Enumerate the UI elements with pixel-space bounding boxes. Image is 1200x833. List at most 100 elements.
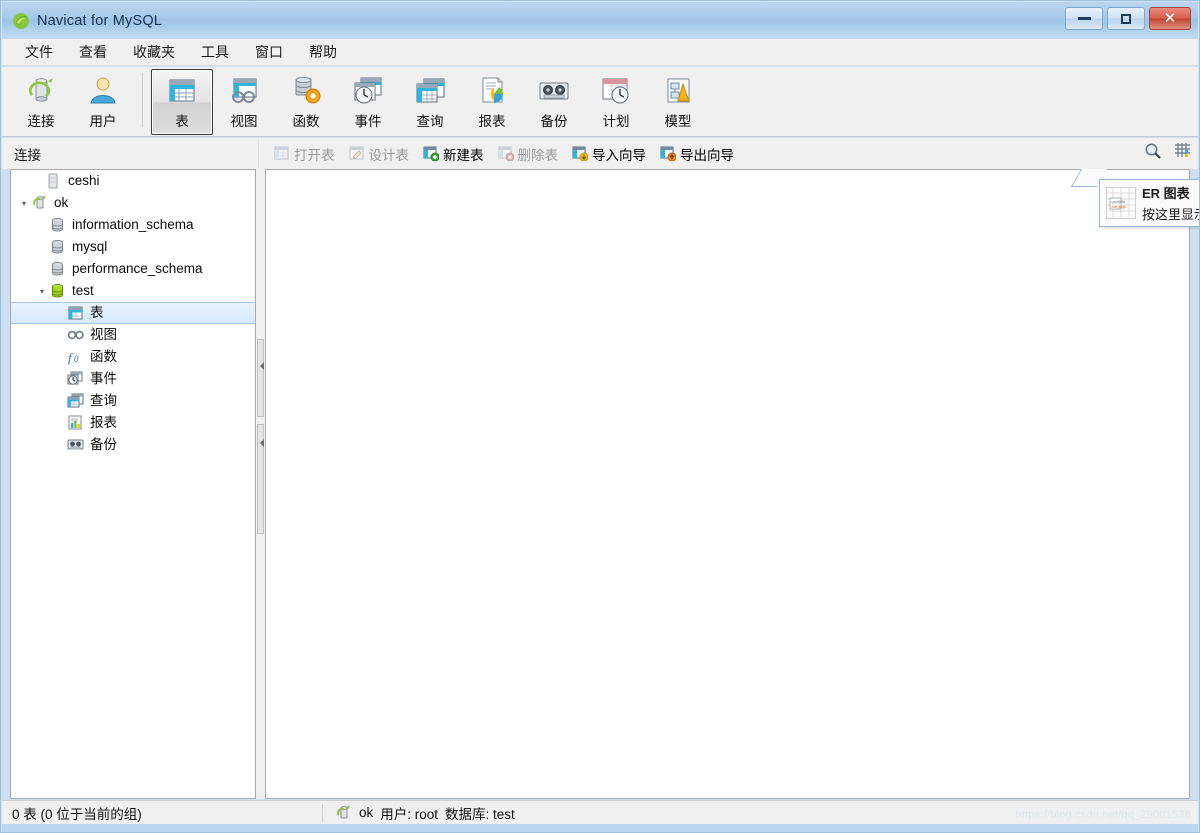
sidebar-header: 连接 [2, 138, 259, 169]
function-icon [289, 75, 323, 107]
open-table-icon [274, 146, 290, 161]
tree-item-queries[interactable]: 查询 [11, 390, 255, 412]
toolbar-right-tools [1144, 138, 1192, 169]
view-icon [227, 75, 261, 107]
svg-text:fdfl jfkgh: fdfl jfkgh [1112, 204, 1127, 209]
menu-favorites[interactable]: 收藏夹 [120, 39, 188, 65]
window-bottom-edge [2, 824, 1198, 832]
panel-splitter[interactable] [256, 169, 265, 799]
grid-view-icon[interactable] [1174, 142, 1192, 165]
tree-item-label: information_schema [72, 217, 194, 233]
main-toolbar: 连接 用户 表 视图 函数 事件 查询 报表 备份 计划 模型 [2, 67, 1198, 137]
tree-item-label: ok [54, 195, 69, 211]
toolbar-button-user[interactable]: 用户 [72, 69, 134, 135]
maximize-button[interactable] [1107, 7, 1145, 30]
toolbar-label: 计划 [602, 114, 630, 129]
menu-window[interactable]: 窗口 [242, 39, 296, 65]
maximize-icon [1121, 13, 1131, 24]
minimize-button[interactable] [1065, 7, 1103, 30]
toolbar-button-table[interactable]: 表 [151, 69, 213, 135]
toolbar-button-backup[interactable]: 备份 [523, 69, 585, 135]
design-table-button[interactable]: 设计表 [342, 141, 417, 167]
twisty-expanded[interactable]: ▾ [35, 287, 49, 296]
er-popup-subtitle: 按这里显示 [1142, 207, 1199, 222]
tree-item-label: ceshi [68, 173, 100, 189]
function-icon: f 0 [67, 349, 84, 365]
er-diagram-popup[interactable]: goldjiffa fdfl jfkgh ER 图表 按这里显示 [1099, 179, 1199, 227]
status-table-count: 0 表 (0 位于当前的组) [12, 806, 142, 822]
tree-item-events[interactable]: 事件 [11, 368, 255, 390]
tree-item-ceshi[interactable]: ceshi [11, 170, 255, 192]
event-icon [351, 75, 385, 107]
toolbar-button-model[interactable]: 模型 [647, 69, 709, 135]
tree-item-reports[interactable]: 报表 [11, 412, 255, 434]
schedule-icon [599, 75, 633, 107]
status-database: 数据库: test [445, 806, 515, 822]
svg-text:0: 0 [74, 354, 79, 364]
tree-item-tables[interactable]: 表 [11, 302, 255, 324]
database-gray-icon [49, 261, 66, 277]
toolbar-label: 查询 [416, 114, 444, 129]
tree-item-information-schema[interactable]: information_schema [11, 214, 255, 236]
object-list-pane[interactable] [265, 169, 1190, 799]
import-wizard-button[interactable]: 导入向导 [565, 141, 653, 167]
export-wizard-button[interactable]: 导出向导 [653, 141, 741, 167]
new-table-button[interactable]: 新建表 [416, 141, 491, 167]
tree-item-label: 备份 [90, 437, 117, 453]
toolbar-button-view[interactable]: 视图 [213, 69, 275, 135]
search-icon[interactable] [1144, 142, 1162, 165]
tree-item-test[interactable]: ▾ test [11, 280, 255, 302]
tree-item-performance-schema[interactable]: performance_schema [11, 258, 255, 280]
splitter-handle-upper[interactable] [257, 424, 264, 534]
toolbar-button-connection[interactable]: 连接 [10, 69, 72, 135]
twisty-expanded[interactable]: ▾ [17, 199, 31, 208]
button-label: 导出向导 [680, 147, 734, 163]
import-wizard-icon [572, 146, 589, 162]
tree-item-label: test [72, 283, 94, 299]
object-toolbar: 打开表 设计表 新建表 删除表 导入向导 导出向导 [259, 138, 1198, 169]
menu-view[interactable]: 查看 [66, 39, 120, 65]
toolbar-label: 表 [175, 114, 189, 129]
toolbar-label: 模型 [664, 114, 692, 129]
tree-item-label: 表 [90, 305, 104, 321]
toolbar-button-report[interactable]: 报表 [461, 69, 523, 135]
splitter-handle-lower[interactable] [257, 339, 264, 417]
delete-table-button[interactable]: 删除表 [491, 141, 566, 167]
connection-tree[interactable]: ceshi ▾ ok information_schema mysql perf… [10, 169, 256, 799]
open-table-button[interactable]: 打开表 [267, 141, 342, 167]
status-connection-name: ok [359, 805, 374, 820]
toolbar-button-schedule[interactable]: 计划 [585, 69, 647, 135]
toolbar-button-function[interactable]: 函数 [275, 69, 337, 135]
toolbar-label: 连接 [27, 114, 55, 129]
toolbar-separator [142, 73, 143, 127]
tree-item-ok[interactable]: ▾ ok [11, 192, 255, 214]
tree-item-functions[interactable]: f 0 函数 [11, 346, 255, 368]
menu-file[interactable]: 文件 [12, 39, 66, 65]
button-label: 新建表 [443, 147, 484, 163]
toolbar-label: 用户 [89, 114, 117, 129]
watermark: https://blog.csdn.net/qq_29001538 [1015, 809, 1191, 821]
event-icon [67, 371, 84, 387]
close-icon: ✕ [1163, 10, 1177, 27]
menu-tools[interactable]: 工具 [188, 39, 242, 65]
report-icon [475, 75, 509, 107]
toolbar-label: 报表 [478, 114, 506, 129]
window-title: Navicat for MySQL [37, 12, 163, 29]
database-green-icon [49, 283, 66, 299]
secondary-bar: 连接 打开表 设计表 新建表 删除表 导入向导 导出向导 [2, 138, 1198, 169]
tree-item-label: performance_schema [72, 261, 203, 277]
button-label: 打开表 [294, 147, 335, 163]
new-table-icon [423, 146, 440, 162]
tree-item-mysql[interactable]: mysql [11, 236, 255, 258]
button-label: 导入向导 [592, 147, 646, 163]
close-button[interactable]: ✕ [1149, 7, 1191, 30]
collapse-arrow-icon [260, 439, 264, 447]
tree-item-backups[interactable]: 备份 [11, 434, 255, 456]
toolbar-button-query[interactable]: 查询 [399, 69, 461, 135]
report-icon [67, 415, 84, 431]
menu-help[interactable]: 帮助 [296, 39, 350, 65]
toolbar-label: 函数 [292, 114, 320, 129]
tree-item-views[interactable]: 视图 [11, 324, 255, 346]
status-connection-info: ok 用户: root 数据库: test [323, 803, 515, 823]
toolbar-button-event[interactable]: 事件 [337, 69, 399, 135]
